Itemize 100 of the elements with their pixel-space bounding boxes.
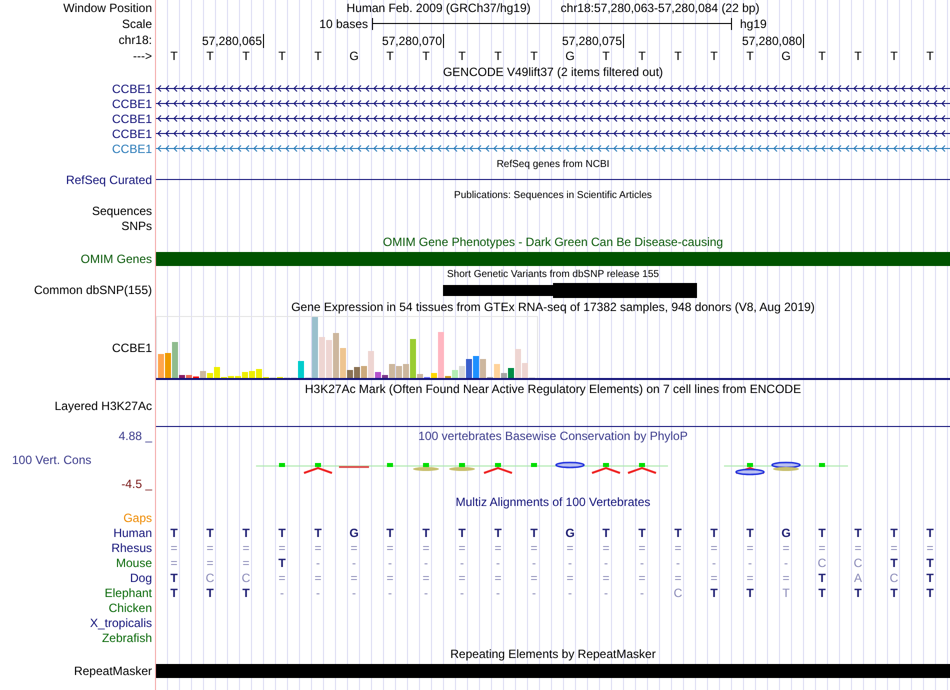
alignment-base: =: [601, 570, 610, 584]
alignment-base: T: [241, 586, 251, 600]
track-title: H3K27Ac Mark (Often Found Near Active Regulatory Elements) on 7 cell lines from ENCODE: [304, 382, 802, 396]
track-title: Repeating Elements by RepeatMasker: [450, 647, 656, 661]
gene-label[interactable]: CCBE1: [112, 142, 152, 156]
alignment-base: =: [457, 540, 466, 554]
position-tick: 57,280,075: [562, 34, 624, 48]
alignment-base: A: [852, 570, 863, 584]
track-title: OMIM Gene Phenotypes - Dark Green Can Be Disease-causing: [382, 235, 724, 249]
alignment-base: T: [853, 586, 863, 600]
base-letter: T: [277, 48, 287, 62]
alignment-base: -: [639, 586, 645, 600]
alignment-base: =: [241, 540, 250, 554]
alignment-base: -: [567, 586, 573, 600]
base-letter: T: [925, 48, 935, 62]
track-label: 100 Vert. Cons: [11, 453, 92, 467]
alignment-base: =: [349, 570, 358, 584]
alignment-base: -: [603, 586, 609, 600]
base-letter: T: [313, 48, 323, 62]
track-label: RepeatMasker: [74, 664, 152, 678]
conservation-glyph: [387, 463, 393, 467]
alignment-base: -: [603, 556, 609, 570]
alignment-base: =: [637, 570, 646, 584]
alignment-base: T: [925, 586, 935, 600]
alignment-base: =: [889, 540, 898, 554]
alignment-base: =: [421, 570, 430, 584]
alignment-base: T: [673, 526, 683, 540]
track-title: Multiz Alignments of 100 Vertebrates: [456, 495, 650, 509]
alignment-base: =: [853, 540, 862, 554]
alignment-base: =: [385, 540, 394, 554]
species-label: X_tropicalis: [90, 616, 152, 630]
track-label: OMIM Genes: [80, 252, 152, 266]
position-text: chr18:57,280,063-57,280,084 (22 bp): [560, 1, 760, 15]
alignment-base: T: [601, 526, 611, 540]
alignment-base: T: [457, 526, 467, 540]
species-label: Dog: [130, 570, 152, 584]
alignment-base: T: [817, 570, 827, 584]
expression-bars-drawing[interactable]: [156, 316, 538, 378]
base-letter: T: [853, 48, 863, 62]
species-label: Elephant: [104, 586, 152, 600]
track-label: Common dbSNP(155): [34, 283, 152, 297]
species-label: Mouse: [116, 556, 152, 570]
base-letter: T: [457, 48, 467, 62]
alignment-base: T: [169, 526, 179, 540]
conservation-glyph: [735, 463, 765, 476]
alignment-base: =: [529, 570, 538, 584]
feature-bar[interactable]: [156, 252, 950, 266]
gene-label[interactable]: CCBE1: [112, 96, 152, 110]
gene-label[interactable]: CCBE1: [112, 126, 152, 140]
position-tick: 57,280,080: [742, 34, 804, 48]
alignment-base: -: [495, 556, 501, 570]
track-label: Gaps: [123, 511, 152, 525]
alignment-base: G: [780, 526, 792, 540]
alignment-base: -: [675, 556, 681, 570]
alignment-base: =: [277, 540, 286, 554]
track-label: Scale: [122, 16, 152, 30]
gene-label[interactable]: CCBE1: [112, 82, 152, 96]
alignment-base: =: [169, 540, 178, 554]
conservation-glyph: [449, 463, 475, 471]
alignment-base: T: [925, 570, 935, 584]
species-label: Chicken: [108, 600, 152, 614]
species-label: Rhesus: [111, 540, 152, 554]
base-letter: T: [709, 48, 719, 62]
alignment-base: T: [817, 526, 827, 540]
alignment-base: =: [745, 570, 754, 584]
alignment-base: -: [567, 556, 573, 570]
base-letter: T: [745, 48, 755, 62]
alignment-base: T: [889, 586, 899, 600]
base-letter: T: [889, 48, 899, 62]
alignment-base: =: [925, 540, 934, 554]
alignment-base: T: [817, 586, 827, 600]
alignment-base: T: [493, 526, 503, 540]
alignment-base: T: [709, 526, 719, 540]
base-letter: T: [817, 48, 827, 62]
alignment-base: T: [745, 586, 755, 600]
alignment-base: =: [673, 540, 682, 554]
conservation-glyph: [484, 463, 512, 474]
alignment-base: C: [204, 570, 216, 584]
alignment-base: T: [781, 586, 791, 600]
gene-label[interactable]: CCBE1: [112, 112, 152, 126]
alignment-base: C: [672, 586, 684, 600]
variant-bar[interactable]: [553, 282, 697, 298]
alignment-base: -: [639, 556, 645, 570]
alignment-base: =: [709, 570, 718, 584]
conservation-glyph: [771, 462, 801, 471]
base-letter: T: [673, 48, 683, 62]
track-label: Layered H3K27Ac: [54, 399, 152, 413]
base-letter: T: [385, 48, 395, 62]
assembly-label: hg19: [739, 16, 768, 30]
base-letter: T: [205, 48, 215, 62]
variant-bar[interactable]: [443, 284, 553, 296]
track-title: Publications: Sequences in Scientific Articles: [454, 190, 652, 200]
alignment-base: T: [241, 526, 251, 540]
alignment-base: T: [529, 526, 539, 540]
alignment-base: T: [421, 526, 431, 540]
track-label: CCBE1: [112, 341, 152, 355]
base-letter: T: [601, 48, 611, 62]
alignment-base: T: [889, 526, 899, 540]
feature-bar[interactable]: [156, 664, 950, 678]
base-letter: G: [348, 48, 360, 62]
